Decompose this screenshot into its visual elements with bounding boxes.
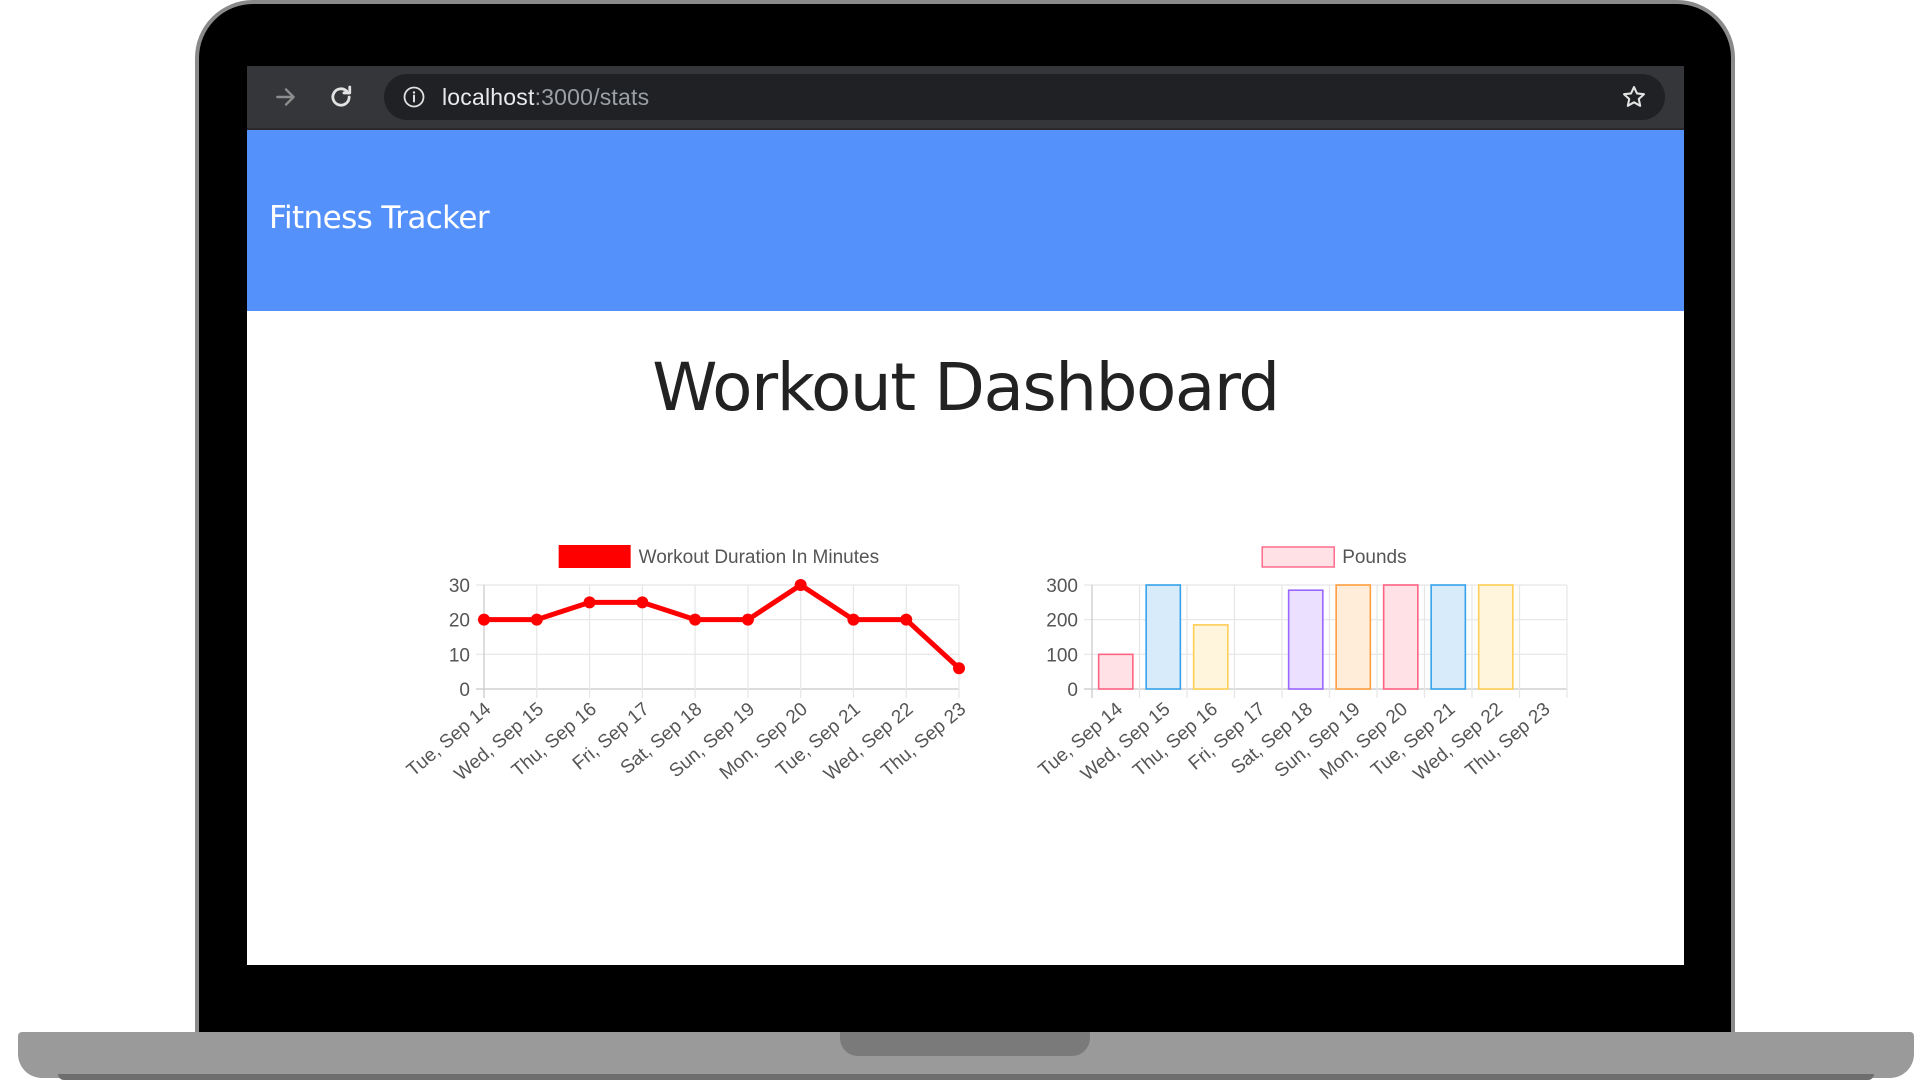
bookmark-star-icon[interactable]: [1621, 84, 1647, 110]
duration-data-point: [741, 613, 754, 626]
laptop-mockup: localhost:3000/stats Fitness Tracker Wor…: [0, 0, 1920, 1080]
duration-legend-swatch: [558, 545, 631, 568]
browser-toolbar: localhost:3000/stats: [247, 66, 1684, 130]
duration-y-tick-label: 0: [459, 680, 470, 701]
workout-duration-chart: Workout Duration In Minutes0102030Tue, S…: [403, 545, 970, 785]
pounds-y-tick-label: 300: [1046, 576, 1078, 597]
arrow-right-icon: [276, 88, 295, 106]
reload-button[interactable]: [322, 78, 360, 116]
laptop-notch: [840, 1032, 1090, 1056]
duration-y-tick-label: 20: [449, 611, 470, 632]
page-title: Workout Dashboard: [652, 349, 1280, 426]
pounds-y-tick-label: 100: [1046, 645, 1078, 666]
duration-data-point: [530, 613, 543, 626]
duration-data-point: [900, 613, 913, 626]
address-bar[interactable]: localhost:3000/stats: [384, 74, 1665, 120]
duration-y-tick-label: 30: [449, 576, 470, 597]
pounds-y-tick-label: 200: [1046, 611, 1078, 632]
duration-data-point: [794, 579, 807, 591]
pounds-y-tick-label: 0: [1067, 680, 1078, 701]
pounds-bar: [1287, 589, 1324, 690]
pounds-bar: [1335, 584, 1372, 690]
laptop-base-shadow: [58, 1074, 1874, 1080]
pounds-bar: [1430, 584, 1467, 690]
info-icon[interactable]: [402, 85, 426, 109]
pounds-bar: [1145, 584, 1182, 690]
url-host: localhost: [442, 84, 535, 110]
url-path: :3000/stats: [534, 84, 650, 110]
duration-series-line: [484, 582, 961, 671]
browser-window: localhost:3000/stats Fitness Tracker Wor…: [247, 66, 1684, 965]
forward-button[interactable]: [267, 78, 305, 116]
duration-data-point: [689, 613, 702, 626]
reload-icon: [331, 85, 352, 107]
pounds-bar: [1477, 584, 1514, 690]
pounds-bar: [1382, 584, 1419, 690]
duration-data-point: [478, 613, 490, 626]
url-text[interactable]: localhost:3000/stats: [442, 84, 649, 111]
duration-legend-label: Workout Duration In Minutes: [639, 547, 879, 568]
duration-data-point: [636, 596, 649, 609]
pounds-chart: Pounds0100200300Tue, Sep 14Wed, Sep 15Th…: [1035, 546, 1568, 785]
brand-link[interactable]: Fitness Tracker: [269, 200, 490, 236]
pounds-legend-swatch: [1261, 546, 1335, 568]
duration-data-point: [583, 596, 596, 609]
duration-data-point: [953, 662, 965, 675]
app-navbar: Fitness Tracker: [247, 130, 1684, 311]
pounds-bar: [1097, 653, 1134, 690]
duration-y-tick-label: 10: [449, 645, 470, 666]
duration-data-point: [847, 613, 860, 626]
pounds-legend-label: Pounds: [1342, 547, 1406, 568]
pounds-bar: [1192, 624, 1229, 690]
